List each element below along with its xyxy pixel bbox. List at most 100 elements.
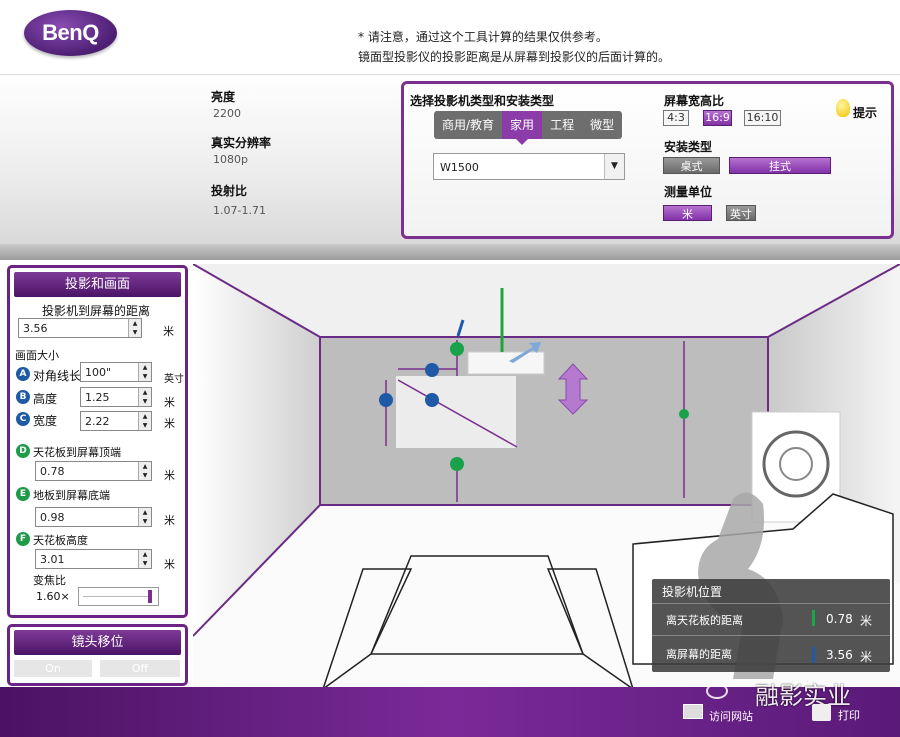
watermark-text: 融影实业: [755, 682, 851, 710]
lens-on-button[interactable]: On: [14, 660, 92, 677]
ceiling-height-unit: 米: [164, 558, 175, 571]
unit-label: 测量单位: [664, 185, 713, 199]
projector-position-title: 投影机位置: [662, 585, 723, 599]
print-button[interactable]: 打印: [838, 707, 860, 723]
mount-ceiling-button[interactable]: 挂式: [729, 157, 831, 174]
floor-bottom-unit: 米: [164, 514, 175, 527]
image-size-label: 画面大小: [15, 349, 59, 362]
spinner-arrows-icon[interactable]: ▲ ▼: [138, 550, 151, 568]
distance-value: 3.56: [23, 322, 48, 335]
visit-site-link[interactable]: 访问网站: [709, 708, 753, 724]
distance-unit: 米: [163, 325, 174, 338]
tab-portable[interactable]: 微型: [582, 111, 622, 139]
lens-shift-title: 镜头移位: [14, 630, 181, 655]
badge-c-icon: C: [16, 412, 30, 426]
unit-inch-button[interactable]: 英寸: [726, 205, 756, 221]
diagonal-value: 100": [85, 366, 112, 379]
height-value: 1.25: [85, 391, 110, 404]
tip-button[interactable]: 提示: [853, 104, 877, 121]
height-unit: 米: [164, 396, 175, 409]
unit-meter-button[interactable]: 米: [663, 205, 712, 221]
projection-panel-title: 投影和画面: [14, 272, 181, 297]
diagonal-unit: 英寸: [164, 374, 184, 385]
resolution-value: 1080p: [213, 153, 248, 166]
floor-bottom-value: 0.98: [40, 511, 65, 524]
badge-a-icon: A: [16, 367, 30, 381]
ceiling-height-label: 天花板高度: [33, 534, 88, 547]
width-label: 宽度: [33, 414, 58, 428]
separator-band: [0, 244, 900, 260]
spinner-arrows-icon[interactable]: ▲ ▼: [138, 508, 151, 526]
spinner-arrows-icon[interactable]: ▲ ▼: [138, 412, 151, 430]
dropdown-arrow-icon[interactable]: ▼: [604, 154, 624, 179]
screen-marker-bar: [812, 647, 815, 663]
spinner-arrows-icon[interactable]: ▲ ▼: [128, 319, 141, 337]
lightbulb-icon[interactable]: [836, 99, 850, 117]
lens-off-button[interactable]: Off: [100, 660, 180, 677]
mount-label: 安装类型: [664, 140, 713, 154]
tab-business[interactable]: 商用/教育: [434, 111, 502, 139]
type-tabs: 商用/教育 家用 工程 微型: [434, 111, 623, 145]
badge-e-icon: E: [16, 487, 30, 501]
wechat-icon: [706, 683, 728, 699]
model-value: W1500: [440, 161, 479, 174]
aspect-label: 屏幕宽高比: [664, 94, 725, 108]
resolution-label: 真实分辨率: [211, 136, 272, 150]
aspect-16-10-button[interactable]: 16:10: [744, 110, 781, 126]
brightness-value: 2200: [213, 107, 241, 120]
marker-a-blue: [425, 363, 439, 377]
spinner-arrows-icon[interactable]: ▲ ▼: [138, 363, 151, 381]
spinner-arrows-icon[interactable]: ▲ ▼: [138, 388, 151, 406]
diagonal-input[interactable]: 100" ▲ ▼: [80, 362, 152, 382]
marker-d-green: [450, 342, 464, 356]
brightness-label: 亮度: [211, 90, 236, 104]
ceiling-distance-value: 0.78: [826, 612, 853, 626]
ceiling-height-input[interactable]: 3.01 ▲ ▼: [35, 549, 152, 569]
marker-e-green: [450, 457, 464, 471]
floor-bottom-label: 地板到屏幕底端: [33, 489, 110, 502]
ceiling-height-value: 3.01: [40, 553, 65, 566]
aspect-4-3-button[interactable]: 4:3: [663, 110, 689, 126]
ceiling-distance-label: 离天花板的距离: [666, 614, 743, 627]
throw-ratio-label: 投射比: [211, 184, 248, 198]
marker-b-blue: [379, 393, 393, 407]
badge-d-icon: D: [16, 444, 30, 458]
projector-position-panel: 投影机位置 离天花板的距离 0.78 米 离屏幕的距离 3.56 米: [652, 579, 890, 672]
mount-table-button[interactable]: 桌式: [663, 157, 720, 174]
zoom-slider[interactable]: [78, 587, 159, 606]
height-input[interactable]: 1.25 ▲ ▼: [80, 387, 152, 407]
throw-ratio-value: 1.07-1.71: [213, 204, 266, 217]
zoom-label: 变焦比: [33, 574, 66, 587]
width-unit: 米: [164, 417, 175, 430]
screen-distance-label: 离屏幕的距离: [666, 648, 732, 661]
floor-bottom-input[interactable]: 0.98 ▲ ▼: [35, 507, 152, 527]
monitor-icon[interactable]: [683, 704, 703, 719]
tab-installation[interactable]: 工程: [542, 111, 582, 139]
spinner-arrows-icon[interactable]: ▲ ▼: [138, 462, 151, 480]
diagonal-label: 对角线长: [33, 369, 82, 383]
aspect-16-9-button[interactable]: 16:9: [703, 110, 732, 126]
marker-f-green: [679, 409, 689, 419]
printer-icon[interactable]: [812, 704, 831, 721]
projector-body: [467, 351, 545, 375]
ceiling-top-input[interactable]: 0.78 ▲ ▼: [35, 461, 152, 481]
distance-input[interactable]: 3.56 ▲ ▼: [18, 318, 142, 338]
selector-title: 选择投影机类型和安装类型: [410, 94, 555, 108]
distance-label: 投影机到屏幕的距离: [42, 304, 151, 318]
zoom-slider-thumb[interactable]: [147, 590, 152, 603]
screen-distance-value: 3.56: [826, 648, 853, 662]
marker-c-blue: [425, 393, 439, 407]
width-input[interactable]: 2.22 ▲ ▼: [80, 411, 152, 431]
ceiling-distance-unit: 米: [860, 614, 873, 628]
notice-line-2: 镜面型投影仪的投影距离是从屏幕到投影仪的后面计算的。: [358, 50, 671, 64]
model-dropdown[interactable]: W1500 ▼: [433, 153, 625, 180]
zoom-value: 1.60×: [36, 590, 70, 603]
tab-home[interactable]: 家用: [502, 111, 543, 145]
notice-line-1: * 请注意，通过这个工具计算的结果仅供参考。: [358, 30, 608, 44]
ceiling-marker-bar: [812, 610, 815, 626]
logo-text: BenQ: [42, 20, 99, 45]
ceiling-top-unit: 米: [164, 469, 175, 482]
badge-b-icon: B: [16, 390, 30, 404]
screen-distance-unit: 米: [860, 650, 873, 664]
badge-f-icon: F: [16, 532, 30, 546]
